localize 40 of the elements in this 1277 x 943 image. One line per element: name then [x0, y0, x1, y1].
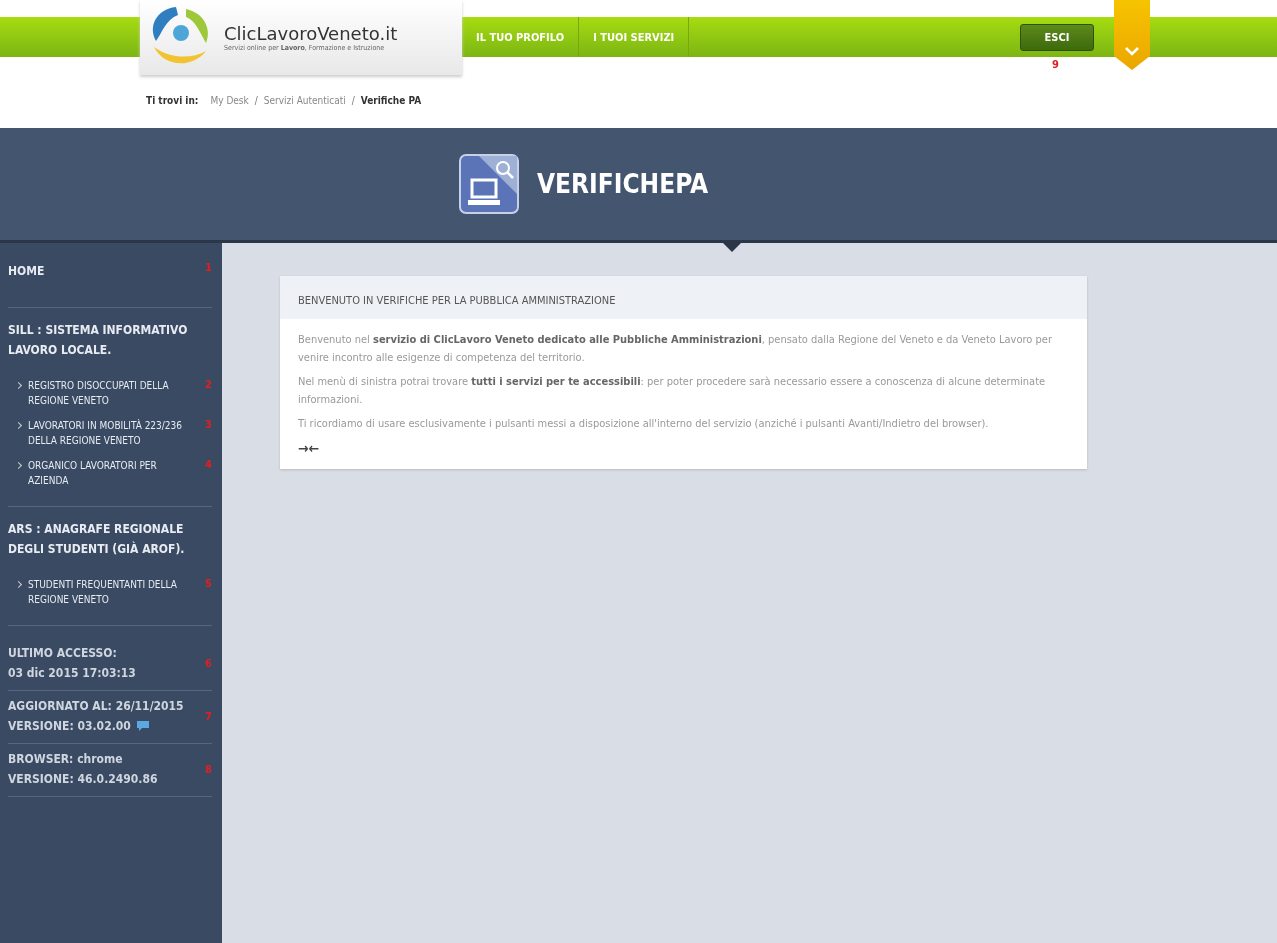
breadcrumb-link[interactable]: Servizi Autenticati: [263, 95, 346, 106]
breadcrumb-link[interactable]: Verifiche PA: [360, 95, 422, 106]
breadcrumb-separator: /: [351, 95, 355, 106]
info-text: VERSIONE: 46.0.2490.86: [8, 772, 158, 786]
sidebar-heading[interactable]: SILL : SISTEMA INFORMATIVO LAVORO LOCALE.: [8, 320, 208, 360]
annotation-number: 3: [205, 418, 212, 433]
annotation-number: 6: [205, 656, 212, 670]
speech-bubble-icon[interactable]: [135, 720, 150, 732]
breadcrumb-link[interactable]: My Desk: [210, 95, 249, 106]
chevron-down-icon: [1124, 46, 1140, 56]
sidebar-item[interactable]: REGISTRO DISOCCUPATI DELLA REGIONE VENETO: [8, 378, 198, 408]
paragraph: Ti ricordiamo di usare esclusivamente i pulsanti messi a disposizione all'interno del servizio (anziché i pulsanti Avanti/Indietro del browser).: [298, 416, 990, 432]
sidebar-item[interactable]: ORGANICO LAVORATORI PER AZIENDA: [8, 458, 198, 488]
collapse-icon[interactable]: →←: [298, 440, 320, 456]
card-title: BENVENUTO IN VERIFICHE PER LA PUBBLICA AMMINISTRAZIONE: [298, 294, 616, 307]
sidebar-heading[interactable]: HOME: [8, 261, 206, 281]
annotation-number: 2: [205, 378, 212, 393]
paragraph: Benvenuto nel servizio di ClicLavoro Veneto dedicato alle Pubbliche Amministrazioni, pensato dalla Regione del Veneto e da Veneto Lavoro per venire incontro alle esigenze di competenza del territorio.: [298, 332, 1053, 366]
annotation-number: 1: [205, 261, 212, 276]
page-title: VERIFICHEPA: [536, 169, 709, 199]
sidebar-item[interactable]: STUDENTI FREQUENTANTI DELLA REGIONE VENETO: [8, 577, 198, 607]
sidebar-item[interactable]: LAVORATORI IN MOBILITÀ 223/236 DELLA REGIONE VENETO: [8, 418, 198, 448]
info-text: BROWSER: chrome: [8, 752, 123, 766]
logo-title: ClicLavoroVeneto.it: [224, 23, 398, 44]
annotation-number: 5: [205, 577, 212, 592]
logout-button[interactable]: ESCI: [1020, 23, 1094, 51]
annotation-number: 4: [205, 458, 212, 473]
info-text: ULTIMO ACCESSO:: [8, 646, 117, 660]
computer-search-icon: [458, 154, 519, 214]
annotation-number: 7: [205, 709, 212, 723]
breadcrumb-separator: /: [254, 95, 258, 106]
info-text: AGGIORNATO AL: 26/11/2015: [8, 699, 184, 713]
dropdown-ribbon[interactable]: [1114, 0, 1150, 70]
info-text: 03 dic 2015 17:03:13: [8, 666, 136, 680]
paragraph: Nel menù di sinistra potrai trovare tutti i servizi per te accessibili: per poter procedere sarà necessario essere a conoscenza di alcune determinate informazioni.: [298, 374, 1047, 408]
breadcrumb-label: Ti trovi in:: [146, 95, 199, 106]
info-text: VERSIONE: 03.02.00: [8, 719, 131, 733]
annotation-number: 9: [1052, 58, 1059, 71]
annotation-number: 8: [205, 762, 212, 776]
sidebar-heading[interactable]: ARS : ANAGRAFE REGIONALE DEGLI STUDENTI (GIÀ AROF).: [8, 519, 208, 559]
